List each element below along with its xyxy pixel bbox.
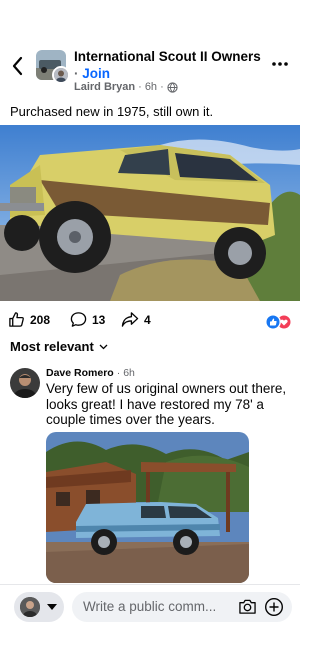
- comment-action[interactable]: 13: [70, 311, 105, 328]
- sort-comments-dropdown[interactable]: Most relevant: [10, 339, 108, 354]
- reaction-summary[interactable]: [265, 314, 292, 330]
- comment-count: 13: [92, 312, 106, 327]
- comment-bubble-icon: [70, 312, 87, 327]
- post-photo[interactable]: [0, 125, 300, 301]
- post-byline: Laird Bryan · 6h ·: [74, 81, 178, 93]
- post-text: Purchased new in 1975, still own it.: [10, 104, 214, 119]
- sort-label: Most relevant: [10, 339, 94, 354]
- commenter-name[interactable]: Dave Romero: [46, 367, 114, 379]
- like-count: 208: [30, 312, 51, 327]
- group-name[interactable]: International Scout II Owners: [74, 49, 261, 64]
- author-name[interactable]: Laird Bryan: [74, 81, 135, 93]
- share-arrow-icon: [121, 312, 139, 327]
- post-header: International Scout II Owners · Join Lai…: [0, 44, 300, 93]
- reactions-bar: 208 13 4: [0, 308, 300, 334]
- globe-icon: [167, 81, 178, 93]
- comment-photo[interactable]: [46, 432, 249, 583]
- current-user-avatar: [20, 597, 40, 617]
- byline-separator-2: ·: [160, 81, 164, 93]
- comment-separator: ·: [116, 367, 121, 379]
- comment-header: Dave Romero · 6h: [46, 367, 135, 379]
- comment-placeholder: Write a public comm...: [83, 599, 217, 614]
- author-avatar[interactable]: [52, 66, 70, 84]
- like-action[interactable]: 208: [8, 311, 50, 328]
- post-time[interactable]: 6h: [145, 81, 157, 93]
- thumbs-up-icon: [9, 312, 24, 327]
- title-separator: ·: [74, 66, 79, 81]
- share-action[interactable]: 4: [121, 311, 151, 328]
- back-arrow-icon[interactable]: [8, 54, 28, 78]
- comment-text: Very few of us original owners out there…: [46, 381, 287, 427]
- commenter-avatar[interactable]: [10, 368, 40, 398]
- group-title[interactable]: International Scout II Owners · Join: [74, 48, 264, 82]
- camera-icon[interactable]: [238, 598, 257, 615]
- comment-composer: Write a public comm...: [0, 584, 300, 628]
- comment-input[interactable]: Write a public comm...: [72, 592, 292, 622]
- comment-time[interactable]: 6h: [123, 367, 135, 379]
- caret-down-icon: [47, 604, 57, 610]
- join-button[interactable]: Join: [82, 66, 110, 81]
- byline-separator: ·: [138, 81, 142, 93]
- share-count: 4: [144, 312, 151, 327]
- add-attachment-icon[interactable]: [264, 597, 284, 617]
- chevron-down-icon: [99, 344, 108, 349]
- identity-switcher[interactable]: [14, 592, 64, 622]
- more-options-icon[interactable]: [270, 56, 290, 72]
